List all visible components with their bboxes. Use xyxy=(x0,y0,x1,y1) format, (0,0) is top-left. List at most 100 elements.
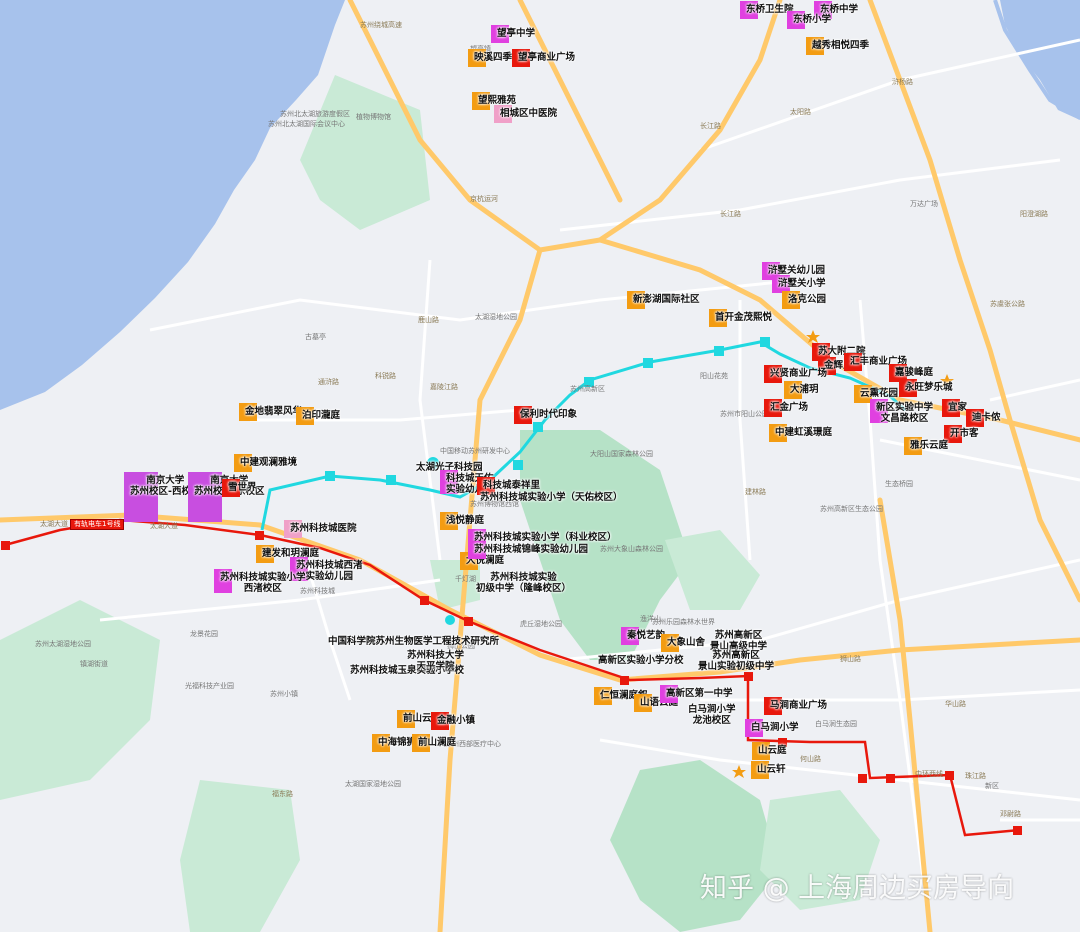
place-label: 苏州北太湖国际会议中心 xyxy=(268,120,345,128)
poi-sufu-sanwei[interactable]: 苏州科技大学 天平学院 xyxy=(407,650,464,672)
poi-baoli-shiji[interactable]: 保利时代印象 xyxy=(520,409,577,420)
poi-yuexiu-xiangyue[interactable]: 越秀相悦四季 xyxy=(812,40,869,51)
tram-station[interactable] xyxy=(945,771,954,780)
road-label: 阳澄湖路 xyxy=(1020,210,1048,218)
road-label: 中环西线 xyxy=(915,770,943,778)
tram-station[interactable] xyxy=(420,596,429,605)
place-label: 中国移动苏州研发中心 xyxy=(440,447,510,455)
poi-kejicheng-huashi[interactable]: 科技城泰祥里 xyxy=(483,480,540,491)
poi-dongqiao-primary[interactable]: 东桥小学 xyxy=(793,14,831,25)
poi-xiangcheng-tcm[interactable]: 相城区中医院 xyxy=(500,108,557,119)
poi-dikanong[interactable]: 迪卡侬 xyxy=(972,412,1001,423)
poi-qintai-guoxue[interactable]: 秦悦艺韵 xyxy=(627,630,665,641)
poi-xueshijie[interactable]: 雪世界 xyxy=(228,482,257,493)
tram-station[interactable] xyxy=(620,676,629,685)
poi-jinrun-xiaozhen[interactable]: 金融小镇 xyxy=(437,715,475,726)
metro-station[interactable] xyxy=(513,460,523,470)
place-label: 苏州乐园森林水世界 xyxy=(652,618,715,626)
poi-kejicheng-exp-middle[interactable]: 苏州科技城实验 初级中学（隆峰校区） xyxy=(476,572,571,594)
poi-yongwang-mengle[interactable]: 永旺梦乐城 xyxy=(905,382,953,393)
poi-longyue[interactable]: 浅悦静庭 xyxy=(446,515,484,526)
tram-station[interactable] xyxy=(255,531,264,540)
road-label: 珠江路 xyxy=(965,772,986,780)
poi-qianshan-yuan[interactable]: 前山澜庭 xyxy=(418,737,456,748)
poi-yijia[interactable]: 宜家 xyxy=(948,402,967,413)
metro-station[interactable] xyxy=(325,471,335,481)
place-label: 大阳山国家森林公园 xyxy=(590,450,653,458)
map-canvas[interactable]: 有轨电车1号线 苏州北太湖旅游度假区 植物博物馆 苏州北太湖国际会议中心 古墓亭 太湖湿… xyxy=(0,0,1080,932)
road-label: 邓尉路 xyxy=(1000,810,1021,818)
poi-hushuguan-primary[interactable]: 浒墅关小学 xyxy=(778,278,826,289)
tram-station[interactable] xyxy=(1013,826,1022,835)
poi-yunxun-garden[interactable]: 云熏花园 xyxy=(860,388,898,399)
poi-borun-fuyue[interactable]: 泊印瀧庭 xyxy=(302,410,340,421)
road-label: 太湖大道 xyxy=(40,520,68,528)
poi-jiajun-fengting[interactable]: 嘉骏峰庭 xyxy=(895,367,933,378)
place-label: 万达广场 xyxy=(910,200,938,208)
poi-gaoxin-jingshan-junior[interactable]: 苏州高新区 景山实验初级中学 xyxy=(698,650,774,672)
tram-station[interactable] xyxy=(886,774,895,783)
poi-gaoxin-exp-primary[interactable]: 高新区实验小学分校 xyxy=(598,655,684,666)
road-label: 鹿山路 xyxy=(418,316,439,324)
road-label: 通浒路 xyxy=(318,378,339,386)
poi-jinshan-fengting[interactable]: 金地翡翠风华 xyxy=(245,406,302,417)
road-label: 浒杨路 xyxy=(892,78,913,86)
poi-huijin-plaza[interactable]: 汇金广场 xyxy=(770,402,808,413)
poi-mashan-plaza[interactable]: 马涧商业广场 xyxy=(770,700,827,711)
place-label: 太湖国家湿地公园 xyxy=(345,780,401,788)
poi-gaoxin-no1-middle[interactable]: 高新区第一中学 xyxy=(666,688,733,699)
place-label: 苏州高新区生态公园 xyxy=(820,505,883,513)
poi-shanyun-xuan[interactable]: 山云轩 xyxy=(757,764,786,775)
base-map xyxy=(0,0,1080,932)
poi-kaisamei[interactable]: 开市客 xyxy=(950,428,979,439)
tram-station[interactable] xyxy=(464,617,473,626)
poi-luoke-park[interactable]: 洛克公园 xyxy=(788,294,826,305)
poi-kejicheng-primary-tc[interactable]: 苏州科技城实验小学（天佑校区） xyxy=(480,492,623,503)
place-label: 太湖湿地公园 xyxy=(475,313,517,321)
place-label: 植物博物馆 xyxy=(356,113,391,121)
place-label: 渔洋山 xyxy=(640,615,661,623)
place-label: 白马涧生态园 xyxy=(815,720,857,728)
poi-yale-yunting[interactable]: 雅乐云庭 xyxy=(910,440,948,451)
metro-station[interactable] xyxy=(643,358,653,368)
poi-xinqu-exp-middle[interactable]: 新区实验中学 文昌路校区 xyxy=(876,402,933,424)
tram-station[interactable] xyxy=(858,774,867,783)
poi-qinghai-qinghe[interactable]: 中建观澜雅境 xyxy=(240,457,297,468)
poi-kechuang-exp-primary[interactable]: 苏州科技城实验小学 西渚校区 xyxy=(220,572,306,594)
poi-wangting-middle-school[interactable]: 望亭中学 xyxy=(497,28,535,39)
road-label: 科锐路 xyxy=(375,372,396,380)
poi-xingxian-plaza[interactable]: 兴贤商业广场 xyxy=(770,368,827,379)
place-label: 镇湖街道 xyxy=(80,660,108,668)
place-label: 虎丘湿地公园 xyxy=(520,620,562,628)
poi-kejicheng-jinfeng-kg[interactable]: 苏州科技城锦峰实验幼儿园 xyxy=(474,544,588,555)
poi-dashan-shanshe[interactable]: 大象山舍 xyxy=(667,637,705,648)
metro-station[interactable] xyxy=(714,346,724,356)
poi-dapuyu[interactable]: 大浦玥 xyxy=(790,384,819,395)
poi-kechuang-hospital[interactable]: 苏州科技城医院 xyxy=(290,523,357,534)
place-label: 苏州大象山森林公园 xyxy=(600,545,663,553)
poi-yingxi-siji[interactable]: 映溪四季 xyxy=(474,52,512,63)
poi-cas-research[interactable]: 中国科学院苏州生物医学工程技术研究所 xyxy=(328,636,499,647)
road-label: 太阳路 xyxy=(790,108,811,116)
poi-xinpenghu[interactable]: 新澎湖国际社区 xyxy=(633,294,700,305)
road-label: 长江路 xyxy=(720,210,741,218)
metro-station[interactable] xyxy=(760,337,770,347)
road-label: 福东路 xyxy=(272,790,293,798)
poi-kejicheng-exp-primary-ky[interactable]: 苏州科技城实验小学（科业校区） xyxy=(474,532,617,543)
tram-station[interactable] xyxy=(1,541,10,550)
poi-baima-primary[interactable]: 白马涧小学 xyxy=(751,722,799,733)
tram-station[interactable] xyxy=(744,672,753,681)
poi-wangting-plaza[interactable]: 望亭商业广场 xyxy=(518,52,575,63)
place-label: 光福科技产业园 xyxy=(185,682,234,690)
place-label: 生态桥园 xyxy=(885,480,913,488)
metro-station[interactable] xyxy=(386,475,396,485)
poi-zhongjian-hongxi[interactable]: 中建虹溪璟庭 xyxy=(775,427,832,438)
poi-shanyun-ting[interactable]: 山云庭 xyxy=(758,745,787,756)
metro-station[interactable] xyxy=(533,422,543,432)
road-label: 建林路 xyxy=(745,488,766,496)
poi-gaoxin-jingshan-middle[interactable]: 苏州高新区 景山高级中学 xyxy=(710,630,767,652)
poi-shoukai-jinmao[interactable]: 首开金茂熙悦 xyxy=(715,312,772,323)
road-label: 嘉陵江路 xyxy=(430,383,458,391)
poi-baima-primary-longchi[interactable]: 白马涧小学 龙池校区 xyxy=(688,704,736,726)
road-label: 长江路 xyxy=(700,122,721,130)
